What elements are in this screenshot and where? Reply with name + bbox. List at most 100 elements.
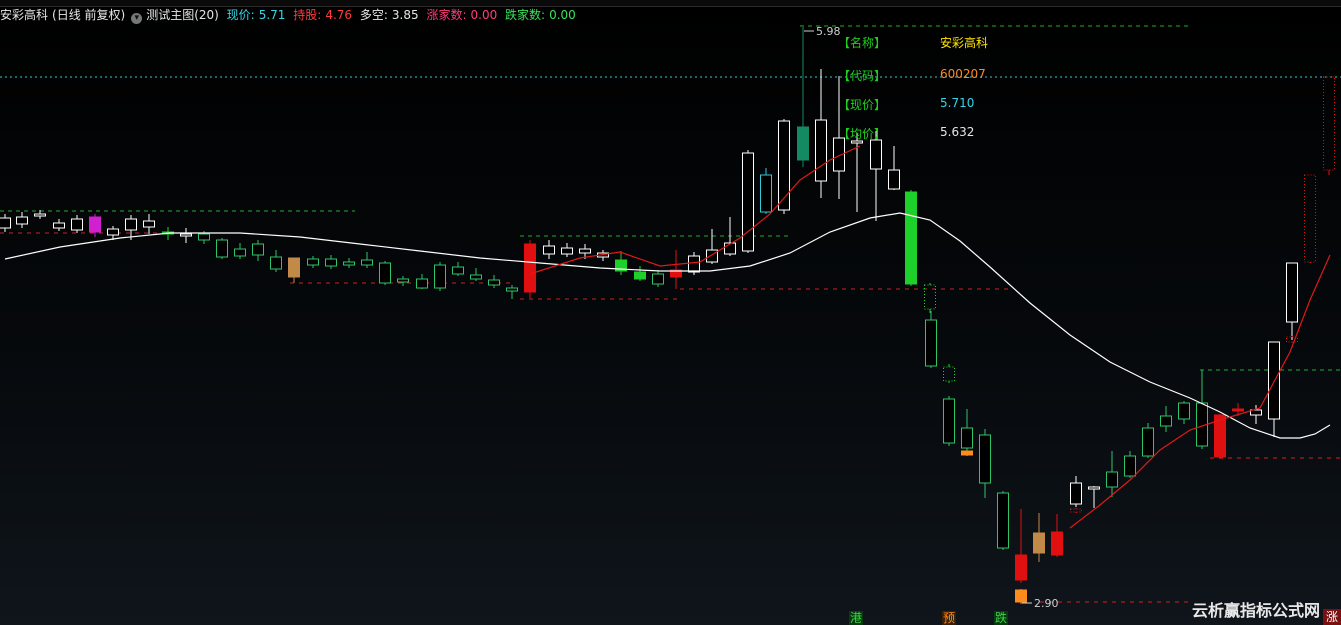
candle[interactable] [615, 251, 627, 275]
candle[interactable] [870, 131, 882, 221]
candle[interactable] [397, 276, 409, 286]
candle[interactable] [143, 214, 155, 234]
candle[interactable] [1142, 423, 1154, 458]
candle[interactable] [1196, 370, 1208, 449]
candle[interactable] [724, 217, 736, 256]
candle[interactable] [1286, 262, 1298, 340]
candle[interactable] [343, 258, 355, 268]
candle[interactable] [1070, 476, 1082, 507]
candle[interactable] [234, 243, 246, 259]
candle-body [961, 427, 973, 449]
indicator-name[interactable]: 测试主图(20) [146, 8, 219, 22]
candle[interactable] [1033, 513, 1045, 562]
candle[interactable] [416, 274, 428, 289]
candle-body [1033, 532, 1045, 554]
candle[interactable] [325, 255, 337, 269]
candle[interactable] [0, 214, 11, 232]
candle[interactable] [888, 146, 900, 190]
ma-white-line [4, 212, 1331, 439]
candle[interactable] [524, 240, 536, 298]
candle[interactable] [1070, 508, 1082, 513]
chart-window[interactable]: 安彩高科 (日线 前复权) ▾ 测试主图(20) 现价: 5.71 持股: 4.76 多空… [0, 0, 1341, 625]
candle[interactable] [1051, 514, 1063, 557]
candle-body [216, 239, 228, 258]
candle-body [561, 247, 573, 255]
candle[interactable] [89, 214, 101, 237]
candle[interactable] [1088, 486, 1100, 508]
kline-chart[interactable]: 5.98 2.90 [0, 25, 1341, 625]
candle-body [307, 258, 319, 266]
candle-body [288, 257, 300, 278]
rising-count-label: 涨家数: [426, 8, 467, 22]
candle-body [397, 278, 409, 283]
candle[interactable] [1304, 174, 1316, 263]
candle-body [143, 220, 155, 228]
candle-body [997, 492, 1009, 549]
candle[interactable] [543, 240, 555, 259]
period-label[interactable]: (日线 前复权) [52, 8, 125, 22]
candle[interactable] [797, 27, 809, 167]
candle-body [198, 233, 210, 241]
candle[interactable] [943, 364, 955, 383]
candle[interactable] [634, 266, 646, 281]
candle[interactable] [180, 228, 192, 243]
candle[interactable] [470, 268, 482, 281]
candle[interactable] [943, 396, 955, 446]
candle[interactable] [851, 133, 863, 212]
info-row-now-price: 【现价】 5.710 [838, 96, 998, 112]
candle[interactable] [506, 285, 518, 299]
candle[interactable] [905, 190, 917, 286]
candle[interactable] [307, 256, 319, 268]
candle-body [688, 255, 700, 273]
candle[interactable] [924, 283, 936, 313]
candle[interactable] [961, 450, 973, 456]
candle[interactable] [706, 229, 718, 264]
reference-lines [0, 25, 1341, 603]
chart-title-bar: 安彩高科 (日线 前复权) ▾ 测试主图(20) 现价: 5.71 持股: 4.76 多空… [0, 6, 1341, 25]
falling-count-value: 0.00 [549, 8, 576, 22]
candle-body [543, 245, 555, 255]
candle[interactable] [270, 250, 282, 272]
candle-body [1286, 262, 1298, 323]
chevron-down-icon[interactable]: ▾ [131, 13, 143, 24]
candle[interactable] [1015, 509, 1027, 583]
candle[interactable] [670, 250, 682, 289]
candle[interactable] [652, 270, 664, 287]
candle[interactable] [452, 262, 464, 276]
candle[interactable] [434, 262, 446, 291]
candle[interactable] [961, 409, 973, 451]
candle-body [125, 218, 137, 231]
info-row-code: 【代码】 600207 [838, 67, 998, 83]
candle[interactable] [53, 219, 65, 231]
candle[interactable] [361, 252, 373, 268]
info-label: 【均价】 [838, 127, 887, 141]
candle[interactable] [997, 491, 1009, 550]
candle[interactable] [778, 119, 790, 214]
candle[interactable] [71, 215, 83, 233]
candle[interactable] [379, 261, 391, 285]
candle[interactable] [216, 238, 228, 259]
stock-name[interactable]: 安彩高科 [0, 8, 48, 22]
candle[interactable] [742, 150, 754, 253]
candlesticks[interactable] [0, 27, 1335, 604]
candle[interactable] [488, 275, 500, 288]
candle[interactable] [1124, 451, 1136, 478]
info-value: 5.710 [940, 96, 975, 110]
candle-body [1015, 589, 1027, 603]
candle[interactable] [16, 212, 28, 228]
candle[interactable] [561, 243, 573, 257]
candle[interactable] [979, 429, 991, 498]
candle[interactable] [1178, 401, 1190, 424]
candle[interactable] [1160, 406, 1172, 432]
candle[interactable] [252, 240, 264, 261]
candle[interactable] [1015, 589, 1027, 604]
candle[interactable] [1323, 76, 1335, 175]
candle[interactable] [288, 257, 300, 283]
candle-body [1051, 531, 1063, 556]
candle[interactable] [1106, 451, 1118, 497]
candle[interactable] [760, 168, 772, 214]
info-label: 【现价】 [838, 98, 887, 112]
candle[interactable] [925, 311, 937, 368]
candle[interactable] [815, 69, 827, 198]
candle-body [778, 120, 790, 211]
